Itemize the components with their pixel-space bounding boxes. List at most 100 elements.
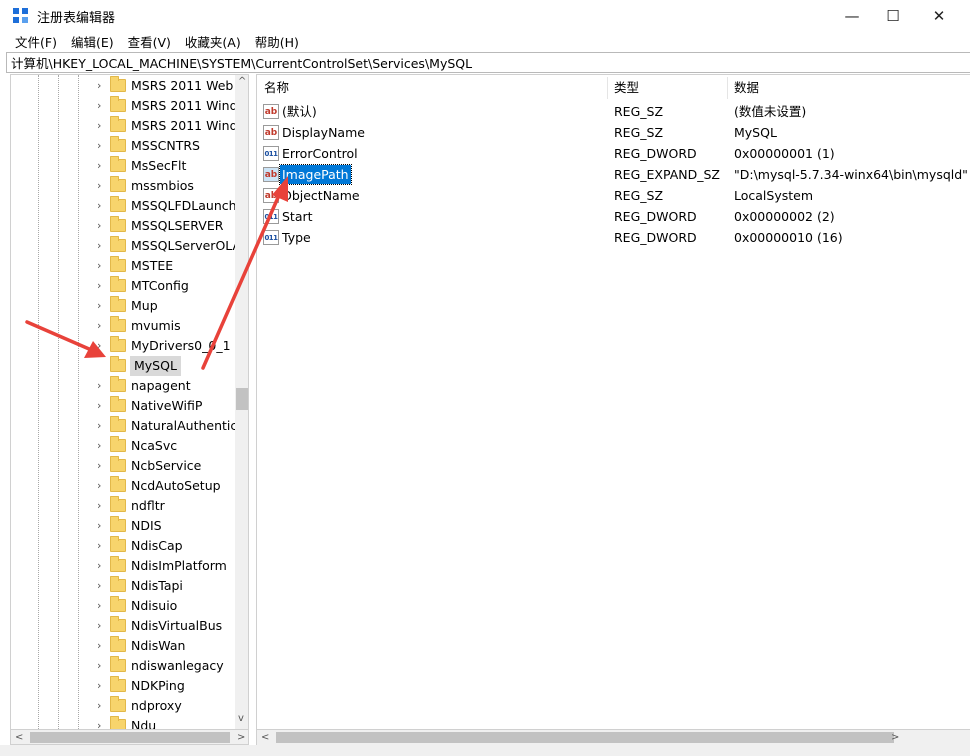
chevron-right-icon[interactable]: › [97,139,101,152]
minimize-button[interactable]: — [829,0,875,31]
chevron-right-icon[interactable]: › [97,519,101,532]
chevron-right-icon[interactable]: › [97,539,101,552]
close-button[interactable]: ✕ [916,0,962,31]
chevron-right-icon[interactable]: › [97,279,101,292]
chevron-right-icon[interactable]: › [97,459,101,472]
tree-item[interactable]: › NdisCap [11,536,235,556]
tree-item[interactable]: › Ndisuio [11,596,235,616]
chevron-right-icon[interactable]: › [97,439,101,452]
tree-item[interactable]: › Ndu [11,716,235,729]
chevron-right-icon[interactable]: › [97,419,101,432]
chevron-right-icon[interactable]: › [97,479,101,492]
tree-item[interactable]: › mssmbios [11,176,235,196]
chevron-right-icon[interactable]: › [97,79,101,92]
tree-item[interactable]: › ndiswanlegacy [11,656,235,676]
chevron-right-icon[interactable]: › [97,99,101,112]
tree-item[interactable]: › MsSecFlt [11,156,235,176]
chevron-right-icon[interactable]: › [97,239,101,252]
menu-file[interactable]: 文件(F) [8,32,64,51]
chevron-right-icon[interactable]: › [97,599,101,612]
maximize-button[interactable]: ☐ [870,0,916,31]
tree-item[interactable]: › NativeWifiP [11,396,235,416]
tree-item[interactable]: › napagent [11,376,235,396]
value-row[interactable]: ab ImagePath REG_EXPAND_SZ "D:\mysql-5.7.34… [257,164,970,185]
chevron-right-icon[interactable]: › [97,159,101,172]
column-header-type[interactable]: 类型 [607,75,639,101]
tree-scroll-thumb[interactable] [236,388,248,410]
value-row[interactable]: ab DisplayName REG_SZ MySQL [257,122,970,143]
tree-item[interactable]: › NDIS [11,516,235,536]
menu-edit[interactable]: 编辑(E) [64,32,121,51]
scroll-up-icon[interactable]: ^ [238,76,246,87]
chevron-right-icon[interactable]: › [97,339,101,352]
chevron-right-icon[interactable]: › [97,659,101,672]
chevron-right-icon[interactable]: › [97,639,101,652]
tree-item[interactable]: › MSRS 2011 Windo [11,116,245,136]
tree-item[interactable]: › MSSCNTRS [11,136,235,156]
chevron-right-icon[interactable]: › [97,719,101,729]
chevron-right-icon[interactable]: › [97,699,101,712]
key-tree-pane[interactable]: › MSRS 2011 Web S › MSRS 2011 Windo › MSRS 20… [10,74,249,730]
chevron-right-icon[interactable]: › [97,579,101,592]
tree-item[interactable]: › NdisWan [11,636,235,656]
chevron-right-icon[interactable]: › [97,679,101,692]
scroll-right-icon[interactable]: > [237,730,245,745]
tree-vertical-scrollbar[interactable]: ^ v [235,75,248,729]
chevron-right-icon[interactable]: › [97,319,101,332]
chevron-right-icon[interactable]: › [97,199,101,212]
value-row[interactable]: 011 Type REG_DWORD 0x00000010 (16) [257,227,970,248]
tree-item[interactable]: › MSSQLSERVER [11,216,235,236]
tree-item[interactable]: › Mup [11,296,235,316]
scroll-down-icon[interactable]: v [238,713,244,724]
values-hscroll-thumb[interactable] [276,732,894,743]
tree-item[interactable]: › NcdAutoSetup [11,476,235,496]
tree-item[interactable]: › MTConfig [11,276,235,296]
tree-item[interactable]: › NDKPing [11,676,235,696]
values-horizontal-scrollbar[interactable]: < > [256,730,970,745]
tree-item[interactable]: › NdisVirtualBus [11,616,235,636]
menu-favorites[interactable]: 收藏夹(A) [178,32,248,51]
tree-item[interactable]: › MSSQLServerOLA [11,236,241,256]
tree-item[interactable]: › MSSQLFDLaunche [11,196,244,216]
value-row[interactable]: ab ObjectName REG_SZ LocalSystem [257,185,970,206]
chevron-right-icon[interactable]: › [97,499,101,512]
tree-item[interactable]: › mvumis [11,316,235,336]
tree-hscroll-thumb[interactable] [30,732,230,743]
tree-item[interactable]: › NcaSvc [11,436,235,456]
tree-item[interactable]: › NdisImPlatform [11,556,235,576]
folder-icon [110,596,126,612]
binary-value-icon: 011 [263,146,279,161]
menu-view[interactable]: 查看(V) [121,32,178,51]
value-row[interactable]: ab (默认) REG_SZ (数值未设置) [257,101,970,122]
tree-item[interactable]: › NdisTapi [11,576,235,596]
tree-item[interactable]: › MSRS 2011 Windo [11,96,245,116]
tree-item[interactable]: MySQL [11,356,235,376]
tree-item[interactable]: › MyDrivers0_0_1 [11,336,235,356]
tree-horizontal-scrollbar[interactable]: < > [10,730,249,745]
chevron-right-icon[interactable]: › [97,299,101,312]
scroll-left-icon[interactable]: < [15,730,23,745]
chevron-right-icon[interactable]: › [97,219,101,232]
column-header-name[interactable]: 名称 [257,75,289,101]
chevron-right-icon[interactable]: › [97,179,101,192]
chevron-right-icon[interactable]: › [97,259,101,272]
chevron-right-icon[interactable]: › [97,119,101,132]
scroll-right-icon[interactable]: > [891,730,899,745]
tree-item[interactable]: › MSRS 2011 Web S [11,76,245,96]
column-header-data[interactable]: 数据 [727,75,759,101]
tree-item[interactable]: › ndfltr [11,496,235,516]
chevron-right-icon[interactable]: › [97,559,101,572]
tree-item[interactable]: › ndproxy [11,696,235,716]
tree-item[interactable]: › MSTEE [11,256,235,276]
value-row[interactable]: 011 ErrorControl REG_DWORD 0x00000001 (1) [257,143,970,164]
chevron-right-icon[interactable]: › [97,379,101,392]
tree-item[interactable]: › NaturalAuthentica [11,416,245,436]
address-bar[interactable]: 计算机\HKEY_LOCAL_MACHINE\SYSTEM\CurrentCon… [6,52,970,73]
menu-help[interactable]: 帮助(H) [248,32,306,51]
chevron-right-icon[interactable]: › [97,619,101,632]
chevron-right-icon[interactable]: › [97,399,101,412]
tree-item[interactable]: › NcbService [11,456,235,476]
value-row[interactable]: 011 Start REG_DWORD 0x00000002 (2) [257,206,970,227]
scroll-left-icon[interactable]: < [261,730,269,745]
values-list-pane[interactable]: 名称 类型 数据 ab (默认) REG_SZ (数值未设置) ab DisplayNam… [256,74,970,730]
